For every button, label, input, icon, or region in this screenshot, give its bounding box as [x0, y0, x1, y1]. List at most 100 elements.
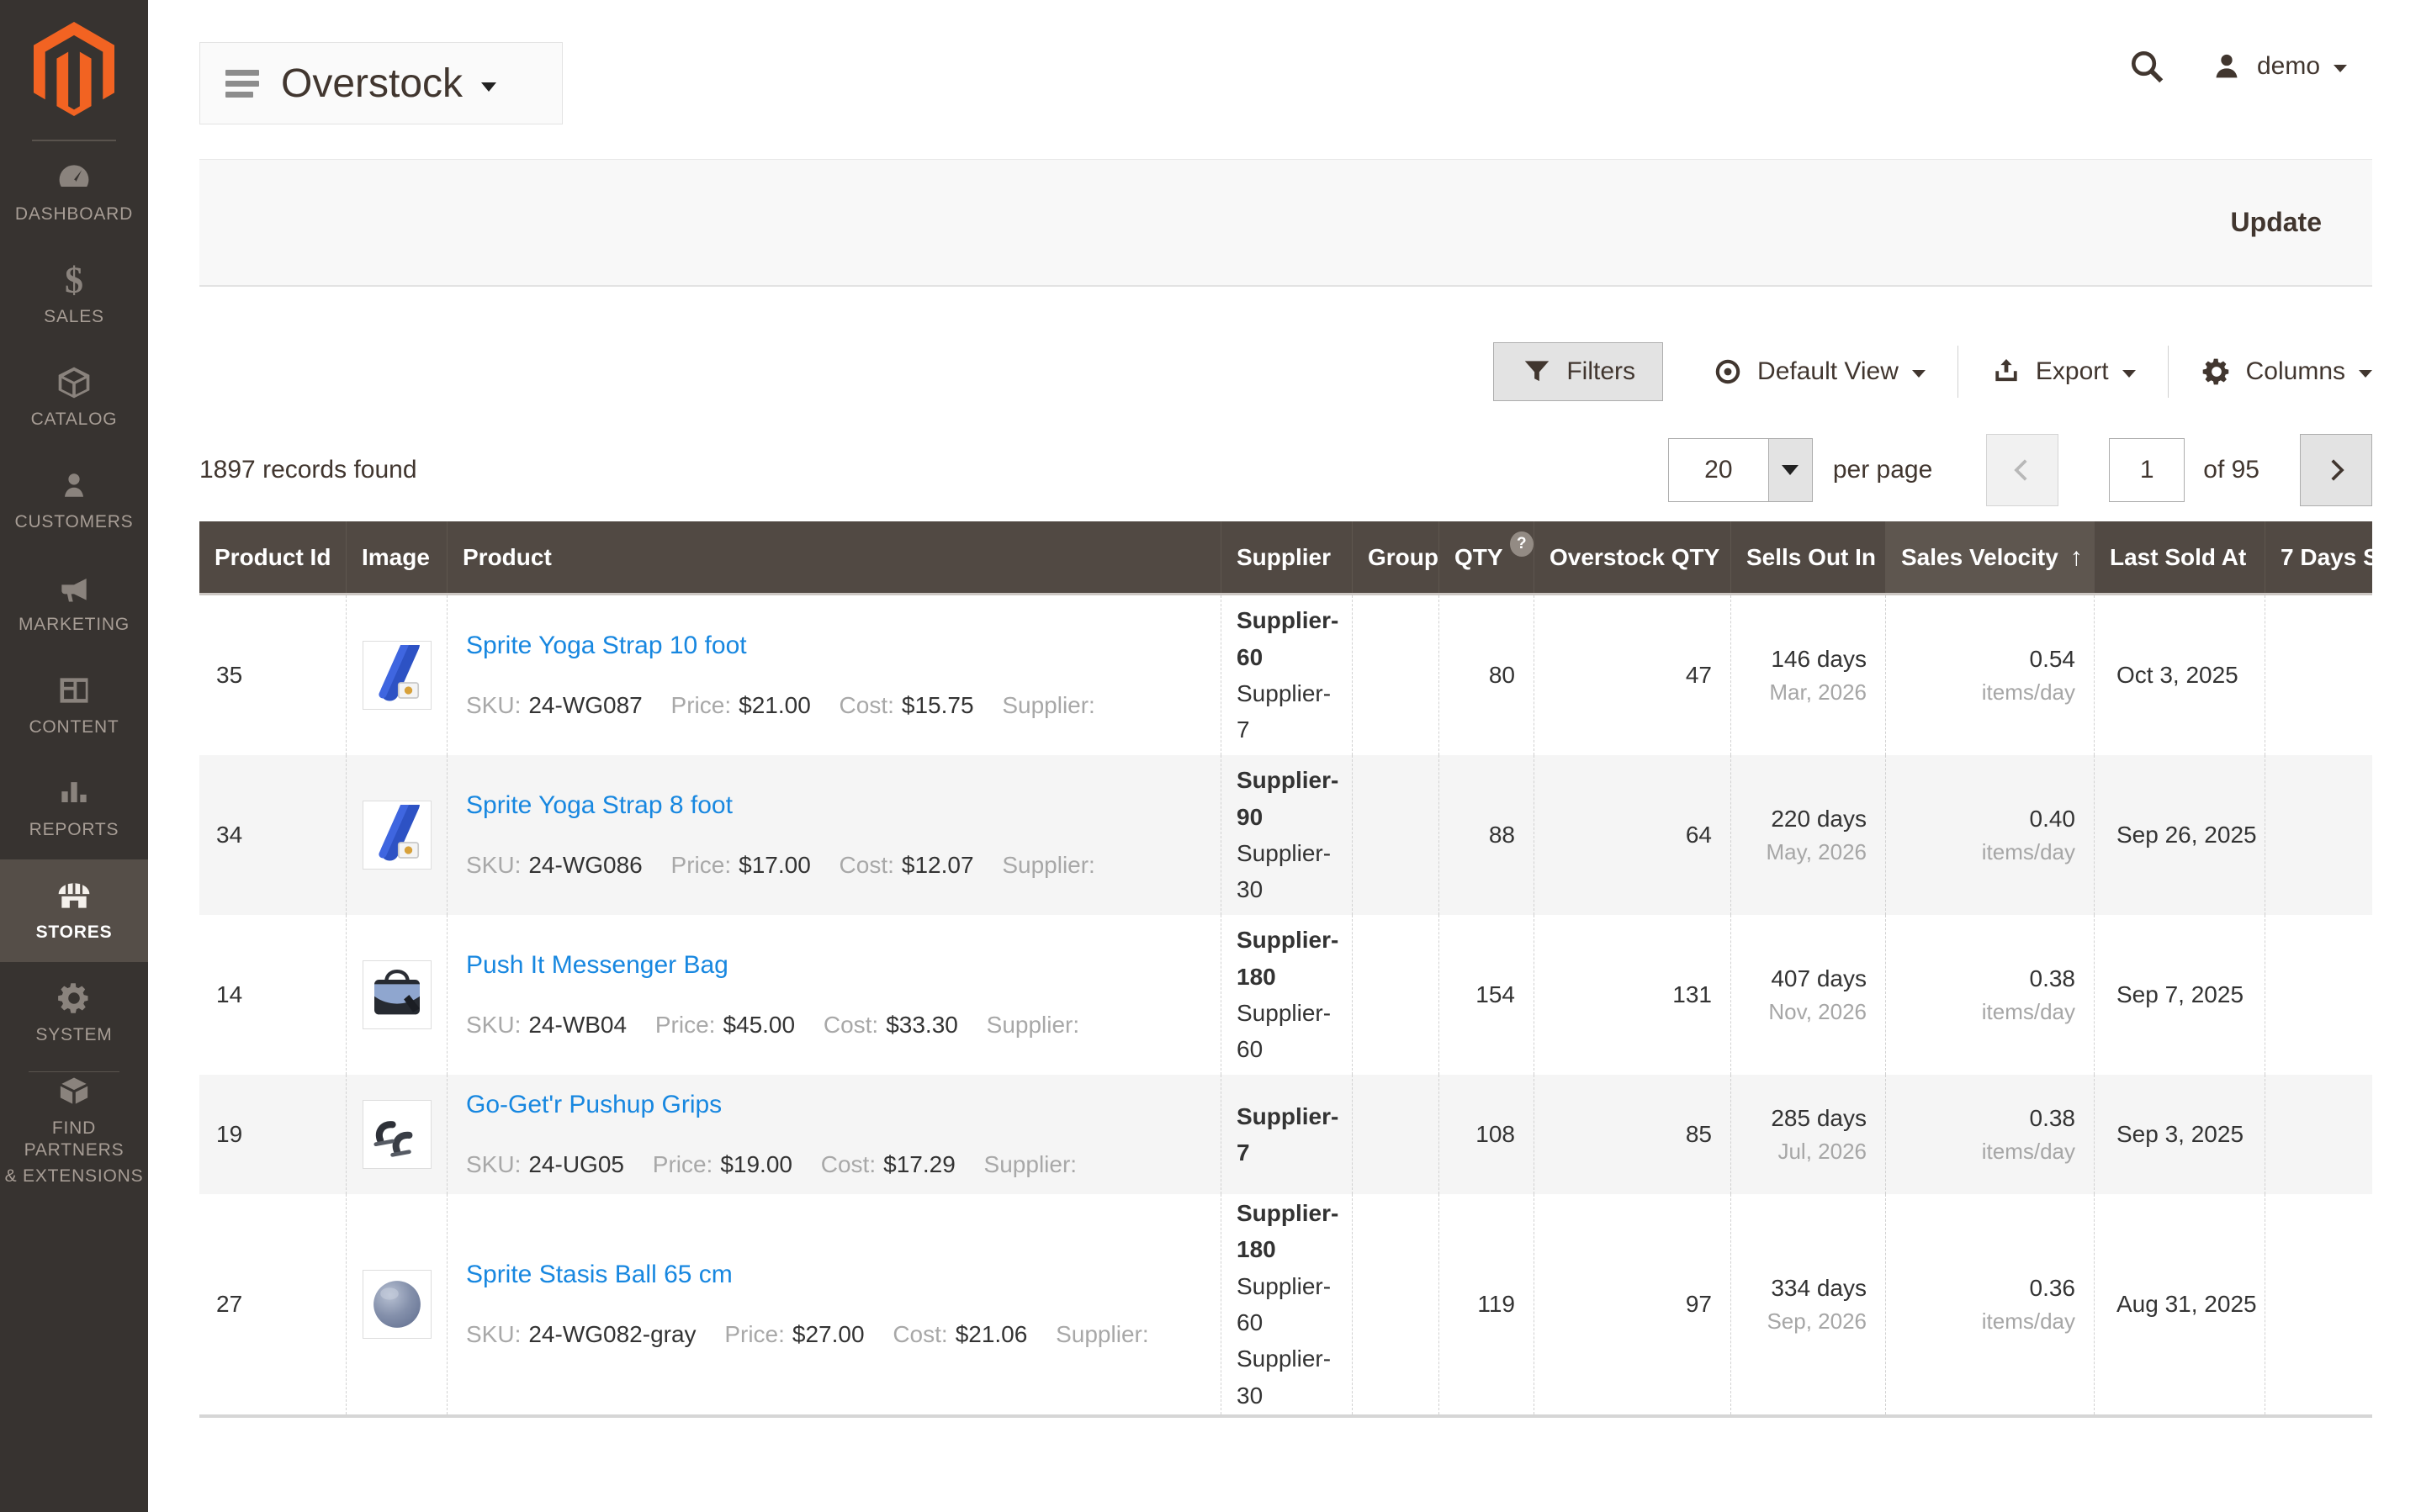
cell-sales-velocity: 0.36items/day	[1885, 1194, 2094, 1414]
product-link[interactable]: Sprite Yoga Strap 10 foot	[466, 632, 747, 660]
sidebar-item-catalog[interactable]: CATALOG	[0, 346, 148, 449]
blocks-icon	[56, 1073, 93, 1110]
column-header-product[interactable]: Product	[447, 521, 1221, 593]
cell-product-id: 19	[199, 1075, 346, 1194]
cell-last-sold-at: Oct 3, 2025	[2094, 595, 2265, 755]
table-row: 34 Sprite Yoga Strap 8 foot SKU:24-WG086…	[199, 755, 2372, 915]
page-title: Overstock	[281, 61, 463, 107]
cell-product-id: 35	[199, 595, 346, 755]
product-thumbnail-pushup-grips[interactable]	[363, 1100, 432, 1169]
per-page-label: per page	[1833, 456, 1932, 484]
product-thumbnail-yoga-strap[interactable]	[363, 641, 432, 710]
sidebar-item-customers[interactable]: CUSTOMERS	[0, 449, 148, 552]
help-icon[interactable]: ?	[1510, 531, 1534, 557]
default-view-menu[interactable]: Default View	[1712, 356, 1926, 388]
cell-last-sold-at: Sep 26, 2025	[2094, 755, 2265, 915]
table-row: 14 Push It Messenger Bag SKU:24-WB04 Pri…	[199, 915, 2372, 1075]
caret-down-icon	[2122, 370, 2136, 378]
sidebar-item-content[interactable]: CONTENT	[0, 654, 148, 757]
sidebar-divider	[29, 1071, 119, 1072]
sidebar-item-dashboard[interactable]: DASHBOARD	[0, 141, 148, 244]
product-link[interactable]: Push It Messenger Bag	[466, 951, 728, 980]
cell-supplier: Supplier-180 Supplier-60 Supplier-30	[1221, 1194, 1352, 1414]
cell-qty: 154	[1438, 915, 1534, 1075]
export-menu[interactable]: Export	[1990, 356, 2136, 388]
product-link[interactable]: Sprite Yoga Strap 8 foot	[466, 791, 733, 820]
cell-product-id: 14	[199, 915, 346, 1075]
magento-logo-icon	[32, 22, 116, 116]
select-caret	[1768, 439, 1812, 501]
filters-button[interactable]: Filters	[1493, 342, 1663, 401]
sidebar-item-sales[interactable]: $ SALES	[0, 244, 148, 346]
page-number-input[interactable]	[2109, 438, 2185, 502]
cell-group	[1352, 1194, 1438, 1414]
column-header-overstock-qty[interactable]: Overstock QTY	[1534, 521, 1730, 593]
table-row: 27 Sprite Stasis Ball 65 cm SKU:24-WG082…	[199, 1194, 2372, 1414]
product-thumbnail-yoga-strap[interactable]	[363, 801, 432, 870]
search-icon[interactable]	[2127, 47, 2166, 86]
grid-meta-row: 1897 records found 20 per page of 95	[199, 434, 2372, 506]
magento-logo[interactable]	[0, 0, 148, 141]
next-page-button[interactable]	[2300, 434, 2372, 506]
cell-supplier: Supplier-90 Supplier-30	[1221, 755, 1352, 915]
caret-down-icon	[2334, 65, 2347, 72]
update-panel: Update	[199, 159, 2372, 287]
gear-icon	[56, 980, 93, 1017]
cell-product: Push It Messenger Bag SKU:24-WB04 Price:…	[447, 915, 1221, 1075]
column-header-group[interactable]: Group	[1352, 521, 1438, 593]
sidebar-item-stores[interactable]: STORES	[0, 859, 148, 962]
cell-overstock-qty: 131	[1534, 915, 1730, 1075]
toolbar-divider	[2168, 346, 2169, 398]
product-link[interactable]: Sprite Stasis Ball 65 cm	[466, 1261, 733, 1289]
cell-image	[346, 595, 447, 755]
sidebar-item-reports[interactable]: REPORTS	[0, 757, 148, 859]
column-header-sales-velocity[interactable]: Sales Velocity ↑	[1885, 521, 2094, 593]
cell-image	[346, 915, 447, 1075]
cell-image	[346, 755, 447, 915]
cell-overstock-qty: 64	[1534, 755, 1730, 915]
column-header-product-id[interactable]: Product Id	[199, 521, 346, 593]
cell-sales-velocity: 0.54items/day	[1885, 595, 2094, 755]
user-menu[interactable]: demo	[2210, 50, 2347, 83]
overstock-table: Product Id Image Product Supplier Group …	[199, 521, 2372, 1418]
caret-down-icon	[481, 82, 496, 92]
cell-last-sold-at: Sep 3, 2025	[2094, 1075, 2265, 1194]
export-icon	[1990, 356, 2022, 388]
cell-sales-velocity: 0.40items/day	[1885, 755, 2094, 915]
cell-supplier: Supplier-7	[1221, 1075, 1352, 1194]
column-header-7-days-sales[interactable]: 7 Days Sal	[2265, 521, 2372, 593]
column-header-last-sold-at[interactable]: Last Sold At	[2094, 521, 2265, 593]
column-header-supplier[interactable]: Supplier	[1221, 521, 1352, 593]
sort-ascending-icon: ↑	[2070, 543, 2083, 572]
sidebar-item-marketing[interactable]: MARKETING	[0, 552, 148, 654]
column-header-image[interactable]: Image	[346, 521, 447, 593]
cell-product: Sprite Stasis Ball 65 cm SKU:24-WG082-gr…	[447, 1194, 1221, 1414]
cell-supplier: Supplier-60 Supplier-7	[1221, 595, 1352, 755]
sidebar-divider	[32, 140, 116, 141]
storefront-icon	[56, 877, 93, 914]
update-button[interactable]: Update	[2231, 207, 2322, 238]
cell-sells-out-in: 407 daysNov, 2026	[1730, 915, 1885, 1075]
hamburger-icon	[225, 70, 259, 98]
column-header-qty[interactable]: QTY ?	[1438, 521, 1534, 593]
cell-image	[346, 1075, 447, 1194]
product-thumbnail-stasis-ball[interactable]	[363, 1270, 432, 1339]
toolbar-divider	[1957, 346, 1958, 398]
sidebar-item-find-partners[interactable]: FIND PARTNERS & EXTENSIONS	[0, 1079, 148, 1182]
product-thumbnail-messenger-bag[interactable]	[363, 960, 432, 1029]
product-link[interactable]: Go-Get'r Pushup Grips	[466, 1091, 722, 1119]
cell-group	[1352, 1075, 1438, 1194]
column-header-sells-out-in[interactable]: Sells Out In	[1730, 521, 1885, 593]
sidebar-item-system[interactable]: SYSTEM	[0, 962, 148, 1065]
per-page-select[interactable]: 20	[1668, 438, 1813, 502]
cell-image	[346, 1194, 447, 1414]
columns-menu[interactable]: Columns	[2201, 356, 2372, 388]
previous-page-button[interactable]	[1986, 434, 2058, 506]
cell-last-sold-at: Aug 31, 2025	[2094, 1194, 2265, 1414]
cell-group	[1352, 915, 1438, 1075]
cell-supplier: Supplier-180 Supplier-60	[1221, 915, 1352, 1075]
bar-chart-icon	[56, 775, 93, 812]
eye-icon	[1712, 356, 1744, 388]
cell-sells-out-in: 220 daysMay, 2026	[1730, 755, 1885, 915]
page-title-menu[interactable]: Overstock	[199, 42, 563, 124]
